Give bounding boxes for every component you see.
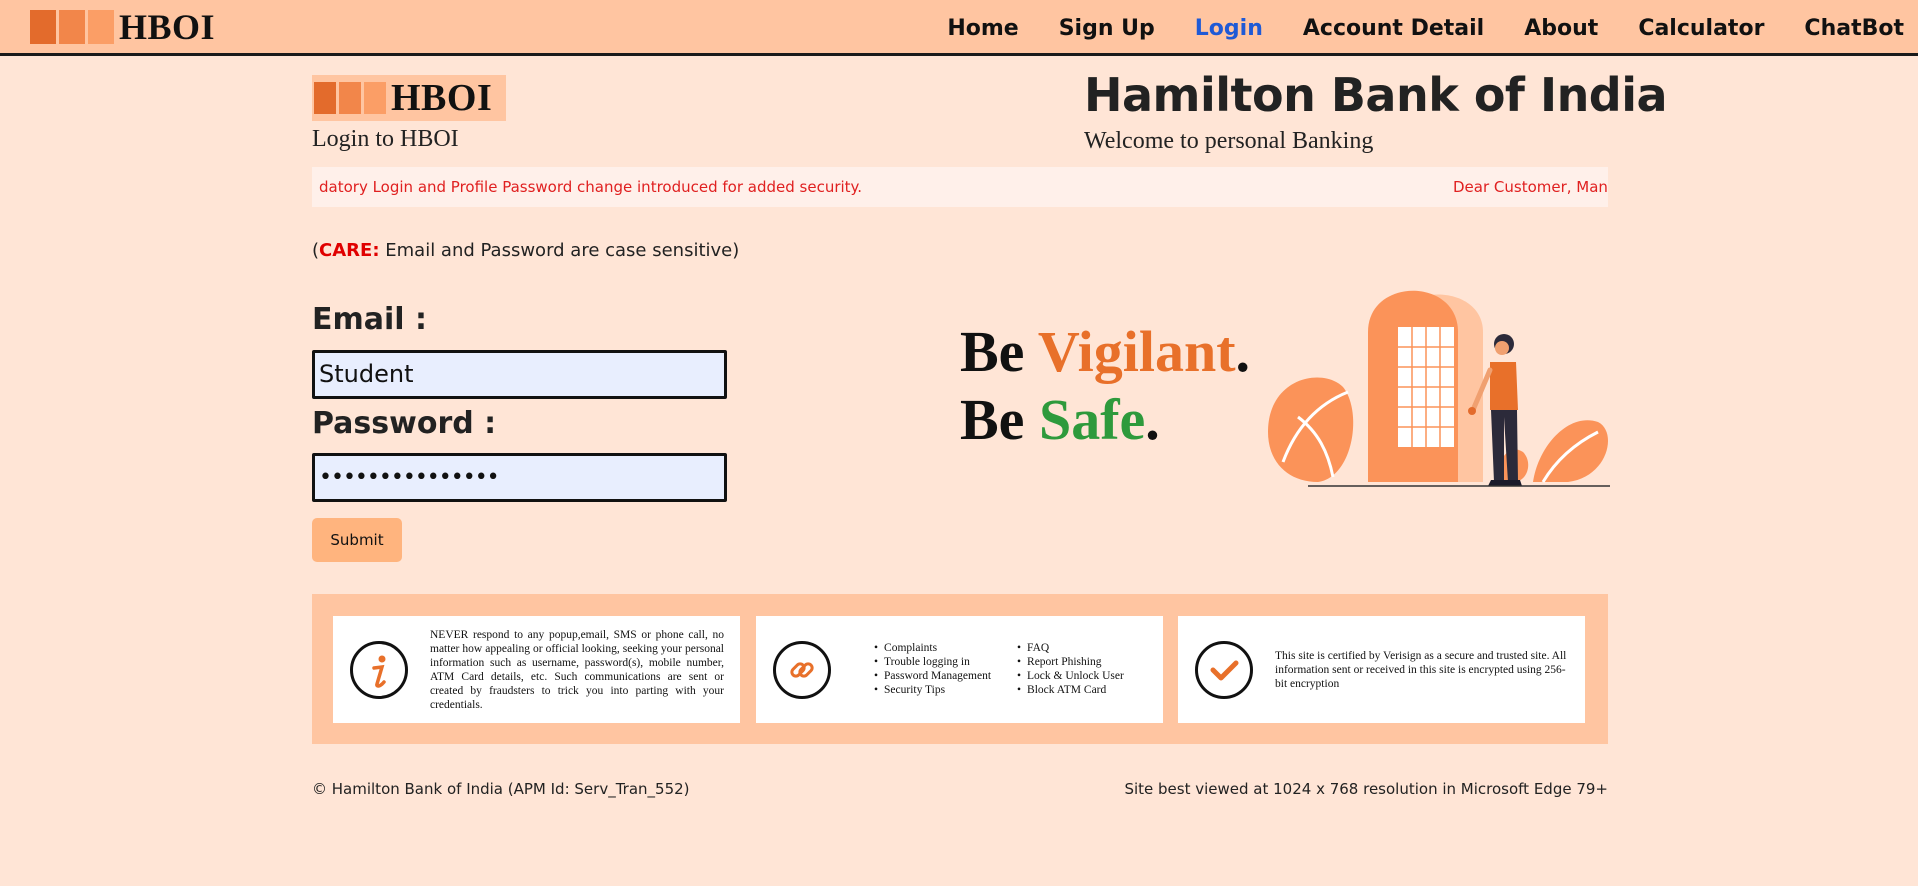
top-navbar: HBOI Home Sign Up Login Account Detail A…: [0, 0, 1918, 56]
help-links-col2: FAQ Report Phishing Lock & Unlock User B…: [1017, 641, 1124, 697]
info-card-phishing: NEVER respond to any popup,email, SMS or…: [333, 616, 740, 723]
nav-link-account-detail[interactable]: Account Detail: [1303, 16, 1484, 41]
logo-text: HBOI: [391, 77, 493, 119]
footer-browser-note: Site best viewed at 1024 x 768 resolutio…: [1124, 780, 1608, 798]
link-report-phishing[interactable]: Report Phishing: [1017, 655, 1124, 669]
be-safe-text: Be Safe.: [960, 386, 1160, 453]
security-info-panel: NEVER respond to any popup,email, SMS or…: [312, 594, 1608, 744]
bank-title: Hamilton Bank of India: [1084, 68, 1668, 122]
care-word: CARE:: [319, 240, 380, 261]
link-password-management[interactable]: Password Management: [874, 669, 991, 683]
announcement-marquee: datory Login and Profile Password change…: [312, 167, 1608, 207]
logo-square: [88, 10, 114, 44]
nav-link-sign-up[interactable]: Sign Up: [1059, 16, 1155, 41]
info-card-verisign: This site is certified by Verisign as a …: [1178, 616, 1585, 723]
logo-square: [314, 82, 336, 114]
case-sensitive-note: (CARE: Email and Password are case sensi…: [312, 240, 739, 261]
info-icon-glyph: [372, 655, 386, 688]
door-person-illustration: [1268, 290, 1610, 487]
submit-button[interactable]: Submit: [312, 518, 402, 562]
phishing-warning-text: NEVER respond to any popup,email, SMS or…: [430, 629, 724, 711]
link-complaints[interactable]: Complaints: [874, 641, 991, 655]
logo-square: [59, 10, 85, 44]
be-vigilant-text: Be Vigilant.: [960, 318, 1250, 385]
nav-links: Home Sign Up Login Account Detail About …: [907, 0, 1904, 56]
care-open-paren: (: [312, 240, 320, 261]
info-icon: [350, 641, 408, 699]
password-input[interactable]: •••••••••••••••: [312, 453, 727, 502]
email-input[interactable]: Student: [312, 350, 727, 399]
period: .: [1235, 319, 1251, 384]
be-word: Be: [960, 387, 1039, 452]
vigilant-word: Vigilant: [1037, 319, 1236, 384]
checkmark-icon: [1195, 641, 1253, 699]
logo-square: [339, 82, 361, 114]
logo-square: [30, 10, 56, 44]
link-icon-glyph: [790, 662, 814, 678]
nav-link-chatbot[interactable]: ChatBot: [1804, 16, 1904, 41]
nav-link-home[interactable]: Home: [947, 16, 1018, 41]
help-links-col1: Complaints Trouble logging in Password M…: [874, 641, 991, 697]
marquee-text: Dear Customer, Man: [1453, 178, 1608, 196]
logo-square: [364, 82, 386, 114]
link-icon: [773, 641, 831, 699]
link-trouble-logging-in[interactable]: Trouble logging in: [874, 655, 991, 669]
nav-link-login[interactable]: Login: [1195, 16, 1263, 41]
nav-link-about[interactable]: About: [1524, 16, 1598, 41]
checkmark-icon-glyph: [1210, 660, 1239, 681]
link-lock-unlock-user[interactable]: Lock & Unlock User: [1017, 669, 1124, 683]
verisign-text: This site is certified by Verisign as a …: [1275, 650, 1567, 690]
nav-logo[interactable]: HBOI: [30, 7, 216, 47]
info-card-links: Complaints Trouble logging in Password M…: [756, 616, 1163, 723]
footer-copyright: © Hamilton Bank of India (APM Id: Serv_T…: [312, 780, 690, 798]
marquee-text: datory Login and Profile Password change…: [319, 178, 863, 196]
link-faq[interactable]: FAQ: [1017, 641, 1124, 655]
safe-word: Safe: [1038, 387, 1146, 452]
be-word: Be: [960, 319, 1038, 384]
welcome-subtitle: Welcome to personal Banking: [1084, 128, 1374, 154]
link-security-tips[interactable]: Security Tips: [874, 683, 991, 697]
care-text: Email and Password are case sensitive): [379, 240, 740, 261]
login-subtitle: Login to HBOI: [312, 126, 459, 152]
logo-text: HBOI: [119, 7, 216, 47]
password-label: Password :: [312, 406, 497, 441]
period: .: [1145, 387, 1160, 452]
link-block-atm-card[interactable]: Block ATM Card: [1017, 683, 1124, 697]
nav-link-calculator[interactable]: Calculator: [1638, 16, 1764, 41]
email-label: Email :: [312, 302, 428, 337]
header-logo: HBOI: [312, 75, 506, 121]
